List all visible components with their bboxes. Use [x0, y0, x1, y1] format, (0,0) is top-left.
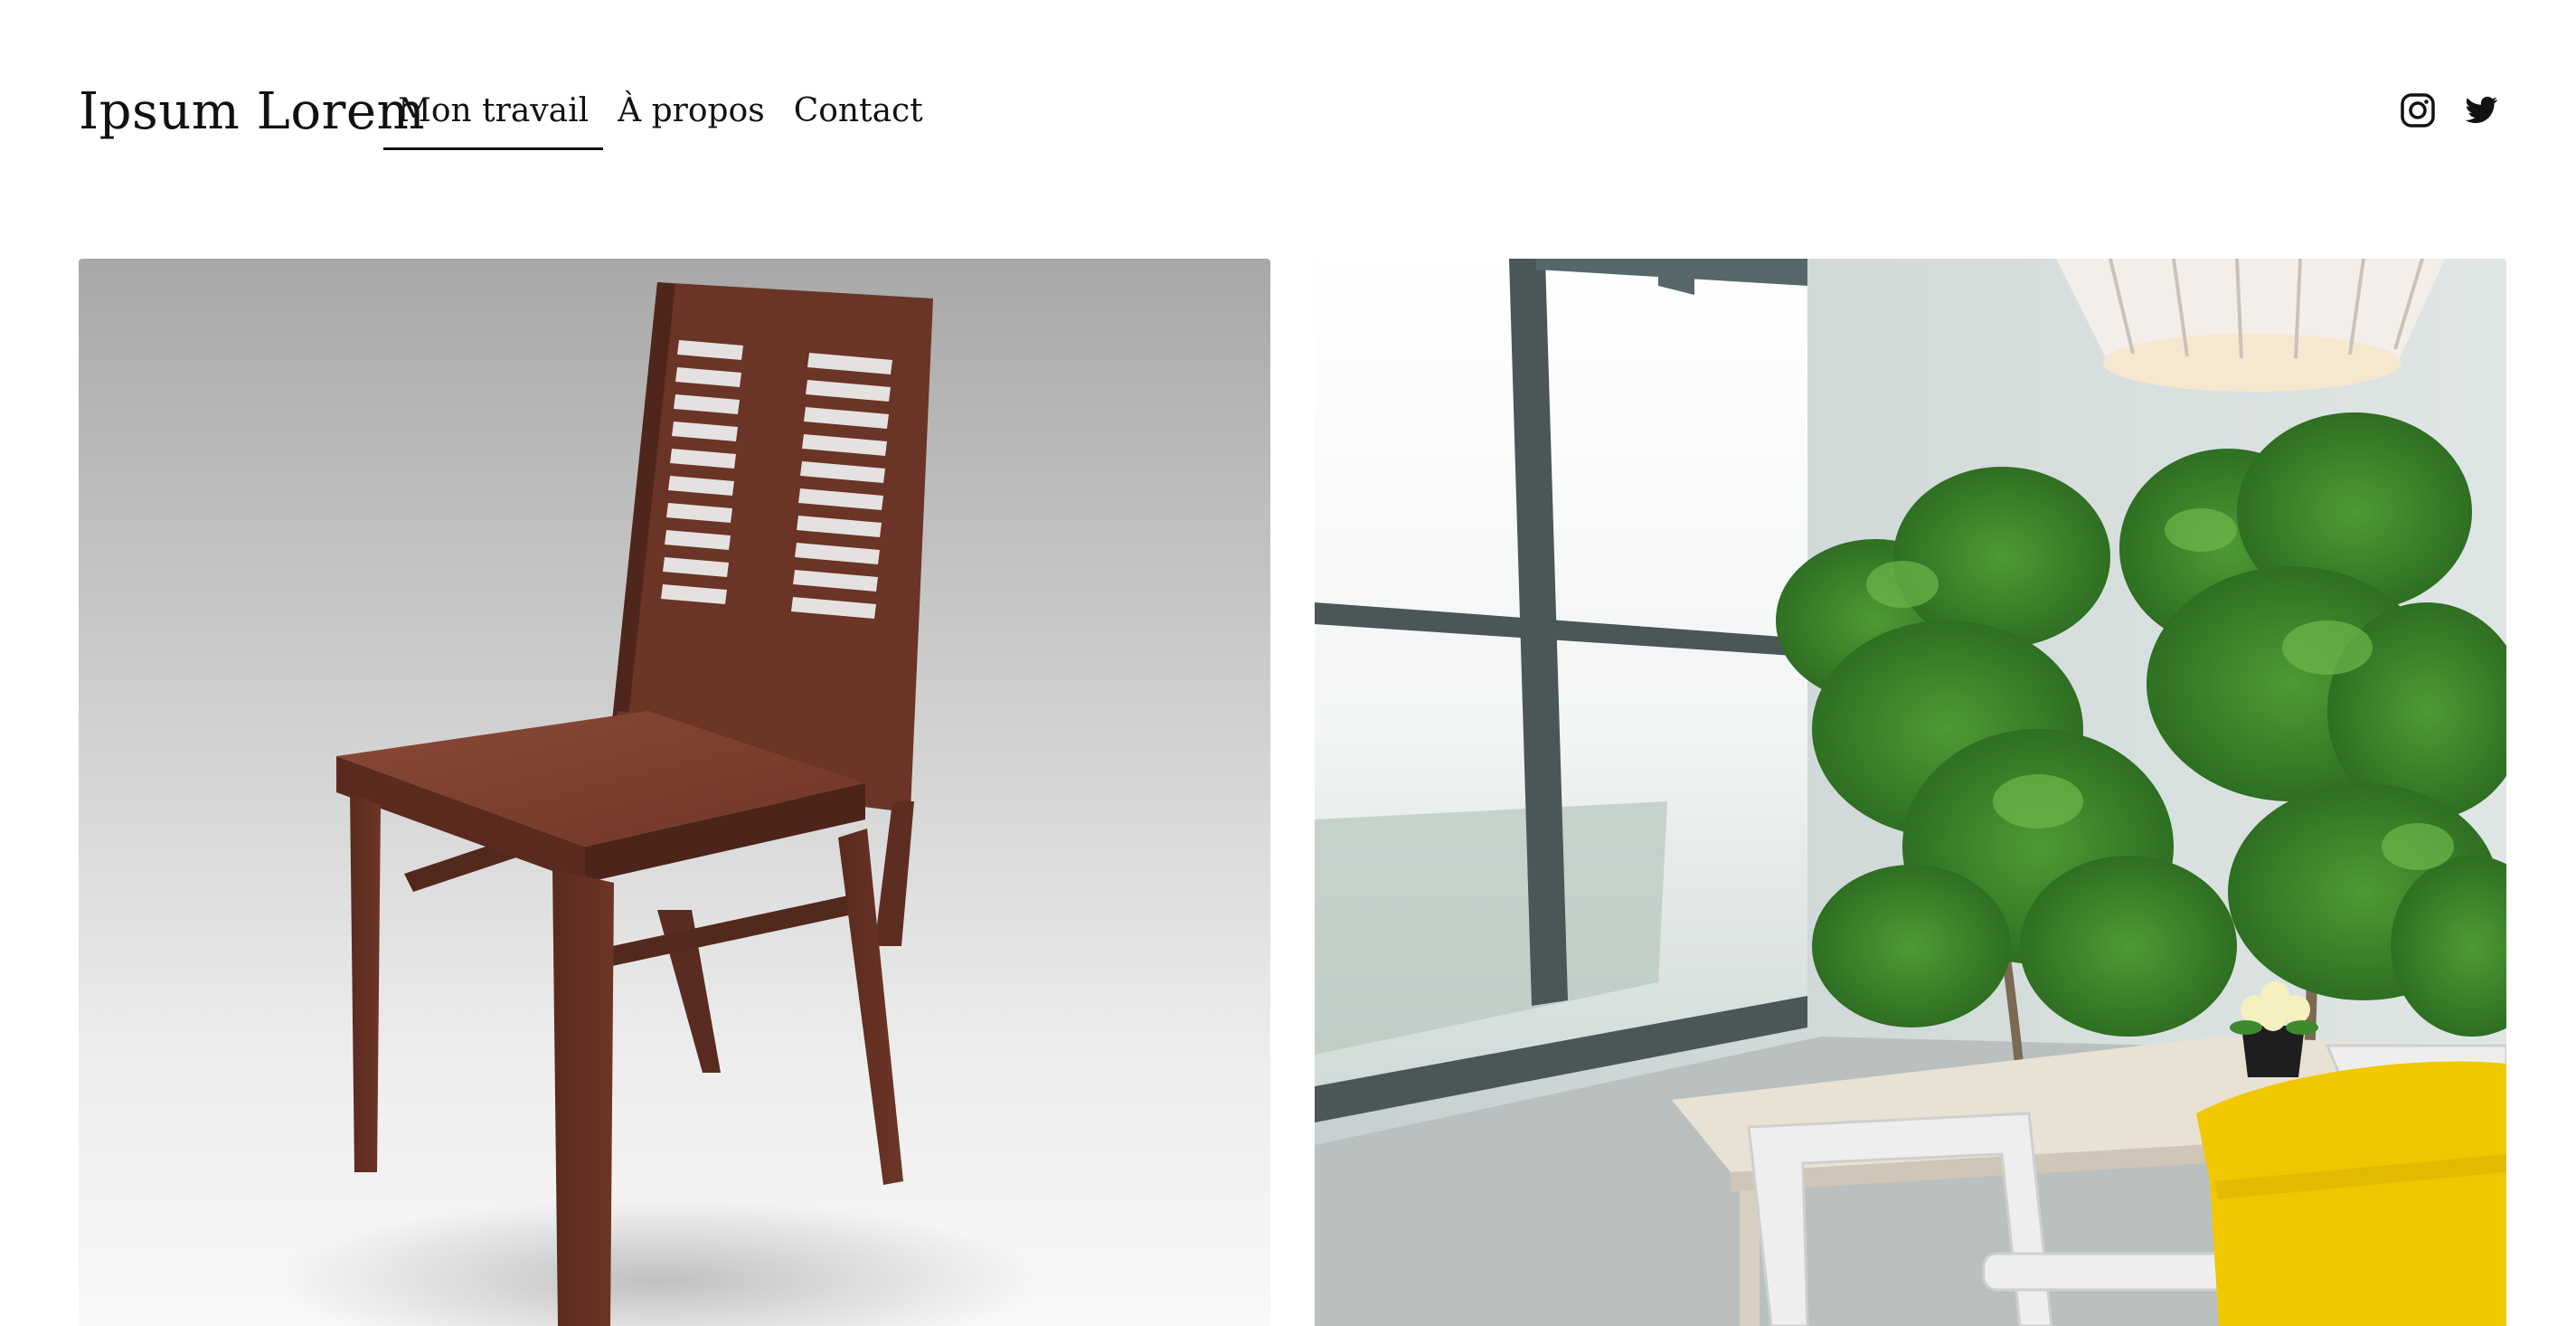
twitter-icon[interactable] [2463, 92, 2499, 128]
site-header: Ipsum Lorem Mon travail À propos Contact [0, 0, 2576, 226]
nav-item-mon-travail[interactable]: Mon travail [383, 89, 604, 150]
site-logo[interactable]: Ipsum Lorem [79, 76, 425, 148]
main-nav: Mon travail À propos Contact [383, 89, 938, 152]
gallery-item-chair[interactable] [79, 259, 1270, 1326]
chair-photo [79, 259, 1270, 1326]
dining-room-photo [1315, 259, 2506, 1326]
instagram-icon[interactable] [2400, 92, 2436, 128]
nav-item-a-propos[interactable]: À propos [603, 89, 779, 150]
social-links [2400, 92, 2499, 128]
nav-item-contact[interactable]: Contact [779, 89, 938, 150]
gallery [79, 259, 2506, 1326]
gallery-item-dining-room[interactable] [1315, 259, 2506, 1326]
